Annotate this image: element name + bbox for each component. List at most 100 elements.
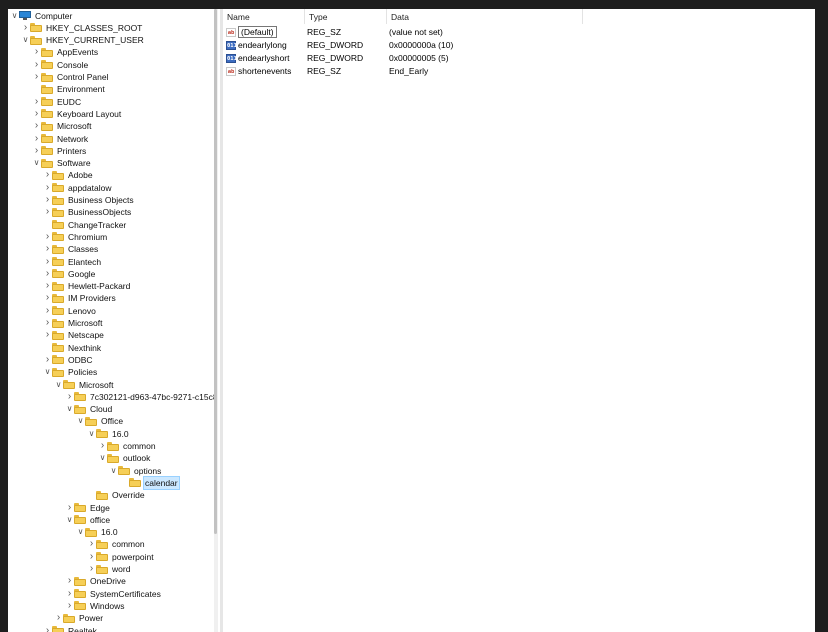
value-row[interactable]: 011 endearlyshort REG_DWORD 0x00000005 (5) [223,52,815,65]
tree-item[interactable]: › Windows [65,600,125,612]
chevron-right-icon[interactable]: › [32,145,41,157]
chevron-right-icon[interactable]: › [43,317,52,329]
chevron-right-icon[interactable]: › [98,440,107,452]
chevron-down-icon[interactable]: ∨ [76,415,85,427]
tree-item[interactable]: › powerpoint [87,551,155,563]
chevron-right-icon[interactable]: › [32,108,41,120]
chevron-right-icon[interactable]: › [32,133,41,145]
value-row[interactable]: ab (Default) REG_SZ (value not set) [223,26,815,39]
chevron-right-icon[interactable]: › [43,292,52,304]
chevron-right-icon[interactable]: › [87,538,96,550]
chevron-right-icon[interactable]: › [32,59,41,71]
tree-item[interactable]: › Classes [43,243,99,255]
chevron-right-icon[interactable]: › [43,231,52,243]
tree-item[interactable]: › Console [32,59,89,71]
chevron-right-icon[interactable]: › [43,280,52,292]
tree-item[interactable]: › Lenovo [43,305,97,317]
chevron-down-icon[interactable]: ∨ [43,366,52,378]
key-tree[interactable]: ∨ Computer › HKEY_CLASSES_ROOT ∨ HKEY_CURRENT… [8,9,214,632]
tree-item[interactable]: › Netscape [43,329,105,341]
column-header-data[interactable]: Data [387,9,583,24]
tree-item[interactable]: › 7c302121-d963-47bc-9271-c15c8b8 [65,391,214,403]
chevron-down-icon[interactable]: ∨ [65,514,74,526]
tree-item[interactable]: ∨ HKEY_CURRENT_USER [21,34,145,46]
tree-item[interactable]: ∨ Software [32,157,92,169]
chevron-down-icon[interactable]: ∨ [32,157,41,169]
chevron-down-icon[interactable]: ∨ [87,428,96,440]
tree-item[interactable]: ∨ Office [76,415,124,427]
tree-item[interactable]: › Realtek [43,625,98,632]
tree-item[interactable]: Nexthink [43,342,102,354]
chevron-down-icon[interactable]: ∨ [21,34,30,46]
tree-item[interactable]: ∨ office [65,514,111,526]
tree-item[interactable]: › EUDC [32,96,82,108]
chevron-down-icon[interactable]: ∨ [10,10,19,22]
chevron-right-icon[interactable]: › [65,502,74,514]
chevron-right-icon[interactable]: › [43,305,52,317]
chevron-right-icon[interactable]: › [43,169,52,181]
tree-item[interactable]: › HKEY_CLASSES_ROOT [21,22,143,34]
chevron-right-icon[interactable]: › [43,182,52,194]
tree-item[interactable]: › Chromium [43,231,108,243]
tree-item[interactable]: › OneDrive [65,575,127,587]
chevron-right-icon[interactable]: › [43,256,52,268]
chevron-right-icon[interactable]: › [32,96,41,108]
tree-item[interactable]: Environment [32,83,106,95]
tree-item[interactable]: › Printers [32,145,87,157]
tree-item[interactable]: › ODBC [43,354,94,366]
chevron-down-icon[interactable]: ∨ [109,465,118,477]
chevron-down-icon[interactable]: ∨ [54,379,63,391]
column-header-name[interactable]: Name [223,9,305,24]
chevron-right-icon[interactable]: › [32,71,41,83]
tree-item[interactable]: › IM Providers [43,292,117,304]
chevron-right-icon[interactable]: › [87,551,96,563]
tree-item[interactable]: › common [87,538,146,550]
tree-item[interactable]: › Power [54,612,104,624]
tree-item[interactable]: ∨ Cloud [65,403,113,415]
tree-item[interactable]: › Microsoft [32,120,92,132]
tree-item[interactable]: › appdatalow [43,182,112,194]
tree-item[interactable]: ∨ Computer [10,10,73,22]
tree-item[interactable]: › Keyboard Layout [32,108,122,120]
tree-item[interactable]: › Network [32,133,89,145]
tree-item[interactable]: ∨ 16.0 [87,428,130,440]
tree-item[interactable]: › word [87,563,131,575]
chevron-right-icon[interactable]: › [65,391,74,403]
value-row[interactable]: ab shortenevents REG_SZ End_Early [223,65,815,78]
tree-scrollbar-thumb[interactable] [214,9,217,534]
tree-item[interactable]: › Edge [65,502,111,514]
tree-item[interactable]: › Hewlett-Packard [43,280,131,292]
chevron-right-icon[interactable]: › [32,120,41,132]
tree-item[interactable]: ∨ Policies [43,366,98,378]
chevron-right-icon[interactable]: › [65,600,74,612]
tree-item[interactable]: ∨ outlook [98,452,151,464]
chevron-right-icon[interactable]: › [21,22,30,34]
tree-item[interactable]: › BusinessObjects [43,206,132,218]
tree-item[interactable]: ∨ Microsoft [54,379,114,391]
tree-item[interactable]: › SystemCertificates [65,588,162,600]
tree-item[interactable]: calendar [120,475,180,490]
chevron-right-icon[interactable]: › [54,612,63,624]
tree-item[interactable]: › Adobe [43,169,94,181]
tree-item[interactable]: ∨ 16.0 [76,526,119,538]
chevron-right-icon[interactable]: › [43,354,52,366]
chevron-down-icon[interactable]: ∨ [98,452,107,464]
chevron-right-icon[interactable]: › [65,575,74,587]
chevron-right-icon[interactable]: › [43,206,52,218]
chevron-right-icon[interactable]: › [43,243,52,255]
chevron-right-icon[interactable]: › [43,268,52,280]
chevron-right-icon[interactable]: › [43,625,52,632]
tree-item[interactable]: › Control Panel [32,71,110,83]
tree-item[interactable]: ChangeTracker [43,219,127,231]
chevron-down-icon[interactable]: ∨ [65,403,74,415]
tree-item[interactable]: › Elantech [43,256,102,268]
tree-item[interactable]: › common [98,440,157,452]
tree-scrollbar[interactable] [214,9,218,632]
tree-item[interactable]: › Google [43,268,96,280]
chevron-right-icon[interactable]: › [32,46,41,58]
tree-item[interactable]: Override [87,489,146,501]
tree-item[interactable]: › Business Objects [43,194,135,206]
chevron-right-icon[interactable]: › [65,588,74,600]
tree-item[interactable]: ∨ options [109,465,162,477]
column-header-type[interactable]: Type [305,9,387,24]
